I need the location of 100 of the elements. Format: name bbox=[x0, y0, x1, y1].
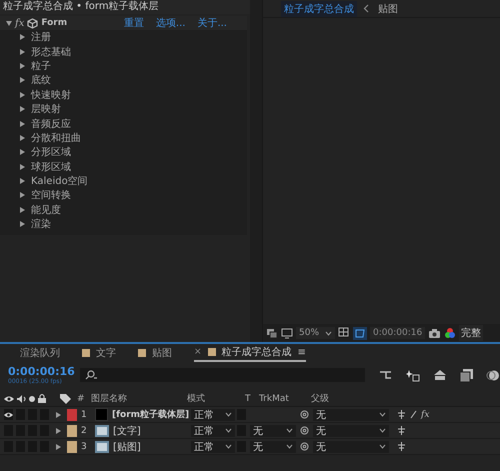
expand-triangle-icon[interactable] bbox=[20, 149, 25, 156]
column-header: 模式 bbox=[187, 392, 206, 405]
layer-number: 2 bbox=[81, 426, 88, 436]
timeline-tab[interactable]: 文字 bbox=[82, 345, 116, 361]
parent-dropdown[interactable]: 无 bbox=[313, 440, 389, 452]
layer-name[interactable]: [贴图] bbox=[113, 440, 141, 454]
bridge-icon[interactable] bbox=[433, 369, 447, 381]
slash-icon[interactable] bbox=[410, 410, 417, 419]
layer-name[interactable]: [文字] bbox=[113, 424, 141, 438]
expand-triangle-icon[interactable] bbox=[20, 92, 25, 98]
property-group[interactable]: 注册 bbox=[31, 30, 51, 44]
column-header: TrkMat bbox=[259, 394, 290, 404]
property-group[interactable]: 粒子 bbox=[31, 58, 51, 73]
property-group[interactable]: 分散和扭曲 bbox=[31, 130, 81, 145]
expand-triangle-icon[interactable] bbox=[20, 164, 25, 170]
chevron-down-icon bbox=[286, 444, 293, 449]
layer-name[interactable]: [form粒子载体层] bbox=[112, 408, 190, 421]
color-channels-icon[interactable] bbox=[444, 327, 456, 339]
visibility-toggle[interactable] bbox=[4, 409, 13, 420]
eye-icon bbox=[4, 410, 13, 418]
solid-thumbnail bbox=[95, 408, 108, 421]
zoom-dropdown[interactable]: 50% bbox=[296, 327, 336, 339]
resolution-dropdown[interactable]: 完整 bbox=[459, 325, 484, 341]
fx-label: fx bbox=[15, 18, 24, 28]
stack-icon[interactable] bbox=[460, 368, 473, 382]
speaker-icon bbox=[17, 394, 26, 402]
property-group[interactable]: 能见度 bbox=[31, 202, 61, 217]
label-color[interactable] bbox=[67, 424, 77, 436]
timecode[interactable]: 0:00:00:16 bbox=[8, 365, 72, 378]
property-group[interactable]: Kaleido空间 bbox=[31, 174, 88, 188]
timeline-tab[interactable]: 贴图 bbox=[138, 345, 172, 361]
expand-triangle-icon[interactable] bbox=[56, 412, 61, 418]
property-group[interactable]: 层映射 bbox=[31, 102, 61, 116]
timeline-tab[interactable]: 渲染队列 bbox=[20, 345, 60, 361]
timeline-tab[interactable]: × 粒子成字总合成 ≡ bbox=[194, 344, 306, 362]
property-group[interactable]: 渲染 bbox=[31, 217, 51, 232]
expand-triangle-icon[interactable] bbox=[20, 192, 25, 198]
expand-triangle-icon[interactable] bbox=[20, 77, 25, 84]
layer-number: 1 bbox=[81, 410, 88, 420]
mode-dropdown[interactable]: 正常 bbox=[191, 440, 235, 452]
layer-number: 3 bbox=[81, 442, 88, 452]
expand-triangle-icon[interactable] bbox=[56, 444, 61, 450]
column-header: T bbox=[245, 394, 252, 404]
chevron-down-icon bbox=[225, 444, 232, 449]
expand-triangle-icon[interactable] bbox=[6, 20, 12, 26]
viewer-tab[interactable]: 粒子成字总合成 bbox=[281, 0, 357, 16]
parent-dropdown[interactable]: 无 bbox=[313, 408, 389, 420]
effect-link[interactable]: 重置 bbox=[124, 16, 144, 30]
expand-triangle-icon[interactable] bbox=[20, 34, 25, 40]
expand-triangle-icon[interactable] bbox=[20, 221, 25, 228]
grid-icon[interactable] bbox=[338, 327, 350, 339]
expand-triangle-icon[interactable] bbox=[20, 120, 25, 127]
eye-icon bbox=[4, 394, 14, 402]
mode-dropdown[interactable]: 正常 bbox=[191, 408, 235, 420]
monitor-icon[interactable] bbox=[281, 328, 293, 338]
property-group[interactable]: 形态基础 bbox=[31, 44, 71, 59]
layers-icon[interactable] bbox=[266, 328, 278, 338]
column-header: # bbox=[77, 394, 86, 404]
mask-icon[interactable] bbox=[353, 326, 368, 340]
property-group[interactable]: 底纹 bbox=[31, 73, 51, 88]
chevron-down-icon bbox=[379, 444, 386, 449]
effect-link[interactable]: 选项... bbox=[156, 16, 186, 30]
expand-triangle-icon[interactable] bbox=[20, 134, 25, 141]
label-color[interactable] bbox=[67, 440, 77, 452]
mode-dropdown[interactable]: 正常 bbox=[191, 424, 235, 436]
property-group[interactable]: 空间转换 bbox=[31, 188, 71, 202]
label-color[interactable] bbox=[67, 408, 77, 420]
expand-triangle-icon[interactable] bbox=[20, 206, 25, 213]
column-header: 父级 bbox=[311, 392, 329, 405]
camera-icon[interactable] bbox=[428, 328, 442, 338]
property-group[interactable]: 球形区域 bbox=[31, 160, 71, 174]
close-button[interactable]: × bbox=[194, 347, 202, 357]
sparkle-cube-icon[interactable] bbox=[406, 368, 420, 382]
trkmat-dropdown[interactable]: 无 bbox=[250, 424, 296, 436]
column-header: 图层名称 bbox=[91, 392, 128, 405]
expand-triangle-icon[interactable] bbox=[20, 106, 25, 112]
chevron-down-icon bbox=[225, 428, 232, 433]
solo-dot-icon bbox=[29, 396, 35, 402]
chevron-down-icon bbox=[225, 412, 232, 417]
parent-dropdown[interactable]: 无 bbox=[313, 424, 389, 436]
flowchart-icon[interactable] bbox=[379, 369, 393, 381]
motion-blur-icon[interactable] bbox=[486, 368, 500, 382]
trkmat-dropdown[interactable]: 无 bbox=[250, 440, 296, 452]
chevron-down-icon bbox=[286, 428, 293, 433]
expand-triangle-icon[interactable] bbox=[20, 178, 25, 184]
search-icon bbox=[84, 370, 98, 380]
expand-triangle-icon[interactable] bbox=[20, 48, 25, 55]
effect-link[interactable]: 关于... bbox=[197, 16, 227, 30]
expand-triangle-icon[interactable] bbox=[20, 62, 25, 69]
property-group[interactable]: 分形区域 bbox=[31, 145, 71, 160]
menu-icon[interactable]: ≡ bbox=[298, 346, 306, 358]
current-time[interactable]: 0:00:00:16 bbox=[370, 327, 426, 339]
property-group[interactable]: 快速映射 bbox=[31, 88, 71, 102]
viewer-tab[interactable]: 贴图 bbox=[375, 0, 401, 16]
search-field[interactable] bbox=[80, 368, 365, 382]
expand-triangle-icon[interactable] bbox=[56, 428, 61, 434]
fx-switch[interactable]: fx bbox=[421, 410, 430, 420]
chevron-icon bbox=[363, 4, 369, 13]
property-group[interactable]: 音频反应 bbox=[31, 116, 71, 131]
chevron-down-icon bbox=[379, 428, 386, 433]
